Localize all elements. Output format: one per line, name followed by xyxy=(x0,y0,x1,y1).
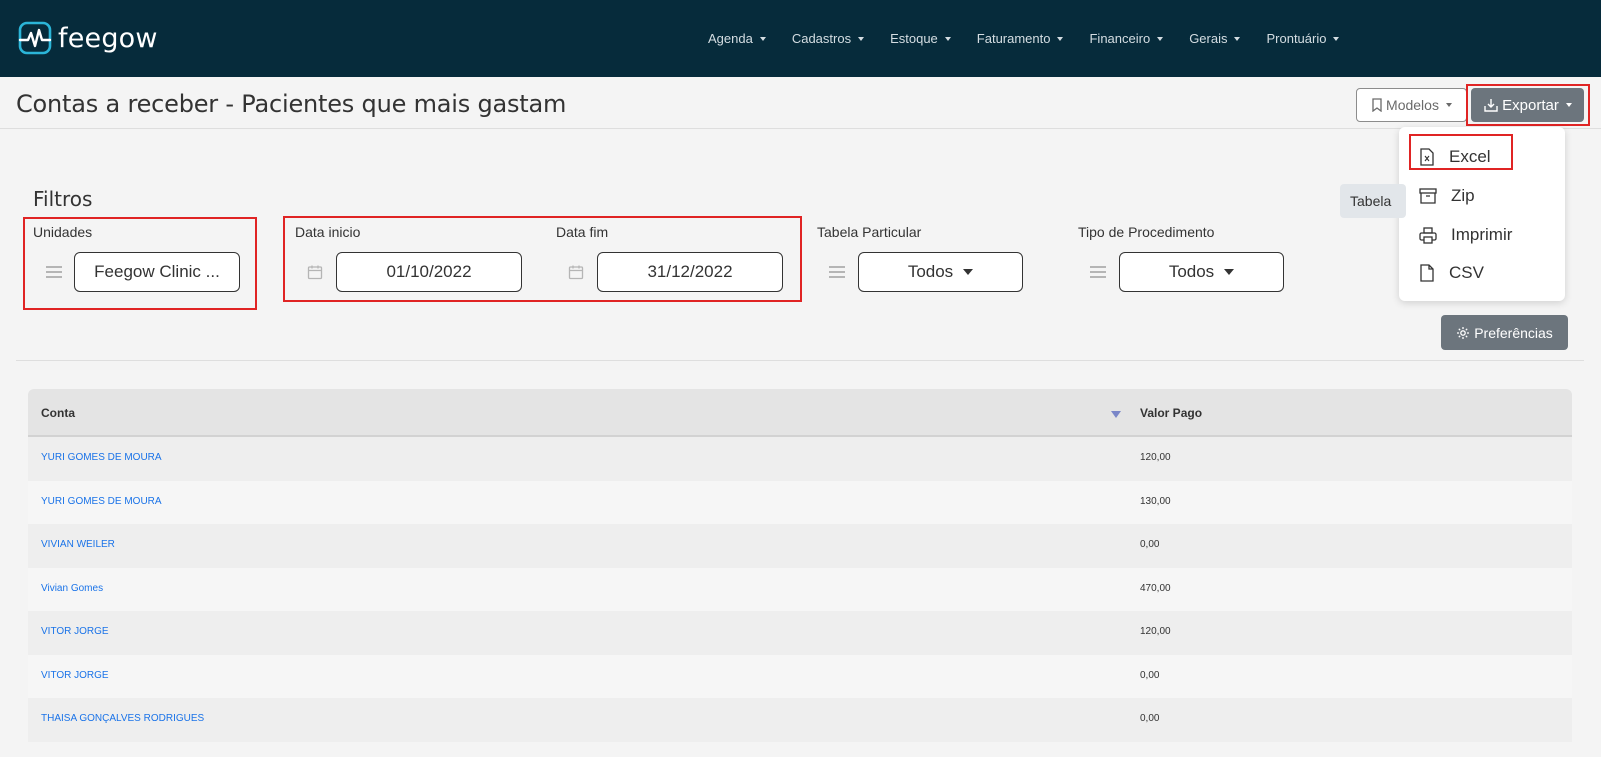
nav-faturamento[interactable]: Faturamento xyxy=(977,31,1064,46)
nav-label: Faturamento xyxy=(976,31,1051,46)
table-row: VITOR JORGE 120,00 xyxy=(28,611,1572,655)
valor-pago-cell: 0,00 xyxy=(1140,713,1160,724)
valor-pago-cell: 130,00 xyxy=(1140,495,1171,507)
preferencias-label: Preferências xyxy=(1474,324,1553,341)
conta-link[interactable]: YURI GOMES DE MOURA xyxy=(41,496,162,507)
drag-handle-icon[interactable] xyxy=(1090,266,1106,278)
nav-label: Financeiro xyxy=(1089,31,1151,46)
chevron-down-icon xyxy=(759,36,766,41)
export-print-item[interactable]: Imprimir xyxy=(1419,220,1512,250)
nav-financeiro[interactable]: Financeiro xyxy=(1089,31,1164,46)
table-header: Conta Valor Pago xyxy=(28,389,1572,437)
export-item-label: Zip xyxy=(1451,186,1475,205)
nav-cadastros[interactable]: Cadastros xyxy=(791,31,865,46)
valor-pago-cell: 0,00 xyxy=(1140,669,1160,681)
nav-label: Prontuário xyxy=(1266,31,1327,46)
valor-pago-cell: 120,00 xyxy=(1140,626,1171,637)
feegow-logo[interactable]: feegow xyxy=(18,21,158,55)
chevron-down-icon xyxy=(1057,36,1064,41)
valor-pago-cell: 470,00 xyxy=(1140,582,1171,594)
tabela-tab[interactable]: Tabela xyxy=(1340,184,1406,218)
content-divider xyxy=(16,360,1584,361)
column-header-valor-pago[interactable]: Valor Pago xyxy=(1140,406,1202,420)
chevron-down-icon xyxy=(1333,36,1340,41)
table-row: VITOR JORGE 0,00 xyxy=(28,654,1572,698)
chevron-down-icon xyxy=(1157,36,1164,41)
bookmark-icon xyxy=(1372,98,1382,112)
report-table: Conta Valor Pago YURI GOMES DE MOURA 120… xyxy=(28,389,1572,742)
file-icon xyxy=(1420,264,1434,282)
conta-link[interactable]: THAISA GONÇALVES RODRIGUES xyxy=(41,713,204,724)
table-row: YURI GOMES DE MOURA 130,00 xyxy=(28,480,1572,524)
nav-prontuario[interactable]: Prontuário xyxy=(1266,31,1340,46)
table-body: YURI GOMES DE MOURA 120,00 YURI GOMES DE… xyxy=(28,437,1572,742)
chevron-down-icon xyxy=(963,269,974,275)
nav-label: Agenda xyxy=(708,31,753,46)
export-zip-item[interactable]: Zip xyxy=(1419,181,1475,211)
main-menu: Agenda Cadastros Estoque Faturamento Fin… xyxy=(708,0,1365,77)
brand-name: feegow xyxy=(58,22,158,54)
table-row: THAISA GONÇALVES RODRIGUES 0,00 xyxy=(28,698,1572,742)
filters-title: Filtros xyxy=(33,187,93,211)
table-row: YURI GOMES DE MOURA 120,00 xyxy=(28,437,1572,481)
drag-handle-icon[interactable] xyxy=(829,266,845,278)
modelos-label: Modelos xyxy=(1386,97,1439,113)
conta-link[interactable]: YURI GOMES DE MOURA xyxy=(41,452,162,463)
table-row: Vivian Gomes 470,00 xyxy=(28,567,1572,611)
valor-pago-cell: 120,00 xyxy=(1140,452,1171,463)
column-header-conta[interactable]: Conta xyxy=(41,406,75,420)
chevron-down-icon xyxy=(858,36,865,41)
nav-estoque[interactable]: Estoque xyxy=(890,31,951,46)
preferencias-button[interactable]: Preferências xyxy=(1441,315,1568,350)
nav-gerais[interactable]: Gerais xyxy=(1189,31,1241,46)
gear-icon xyxy=(1457,326,1470,339)
printer-icon xyxy=(1419,226,1437,244)
tabela-particular-label: Tabela Particular xyxy=(817,224,922,240)
modelos-button[interactable]: Modelos xyxy=(1356,88,1467,122)
chevron-down-icon xyxy=(1224,269,1235,275)
conta-link[interactable]: VITOR JORGE xyxy=(41,670,109,681)
conta-link[interactable]: Vivian Gomes xyxy=(41,583,103,594)
highlight-box xyxy=(23,217,257,310)
nav-label: Cadastros xyxy=(791,31,852,46)
feegow-logo-icon xyxy=(18,21,52,55)
chevron-down-icon xyxy=(1445,103,1452,107)
nav-agenda[interactable]: Agenda xyxy=(708,31,766,46)
tipo-procedimento-select[interactable]: Todos xyxy=(1119,252,1284,292)
export-item-label: CSV xyxy=(1449,263,1484,282)
highlight-box xyxy=(1409,134,1513,170)
highlight-box xyxy=(283,216,802,302)
header-divider xyxy=(0,128,1601,129)
top-navbar: feegow Agenda Cadastros Estoque Faturame… xyxy=(0,0,1601,77)
export-item-label: Imprimir xyxy=(1451,225,1513,244)
table-row: VIVIAN WEILER 0,00 xyxy=(28,524,1572,568)
valor-pago-cell: 0,00 xyxy=(1140,539,1160,550)
chevron-down-icon xyxy=(944,36,951,41)
tipo-procedimento-label: Tipo de Procedimento xyxy=(1078,224,1215,240)
tabela-particular-select[interactable]: Todos xyxy=(858,252,1023,292)
archive-icon xyxy=(1419,188,1437,204)
conta-link[interactable]: VITOR JORGE xyxy=(41,626,109,637)
sort-desc-icon[interactable] xyxy=(1111,411,1121,418)
page-title: Contas a receber - Pacientes que mais ga… xyxy=(16,90,567,118)
nav-label: Estoque xyxy=(890,31,938,46)
conta-link[interactable]: VIVIAN WEILER xyxy=(41,539,115,550)
tabela-particular-value: Todos xyxy=(907,262,954,281)
nav-label: Gerais xyxy=(1189,31,1228,46)
export-csv-item[interactable]: CSV xyxy=(1419,258,1484,288)
tipo-procedimento-value: Todos xyxy=(1168,262,1215,281)
chevron-down-icon xyxy=(1234,36,1241,41)
highlight-box xyxy=(1466,84,1590,126)
